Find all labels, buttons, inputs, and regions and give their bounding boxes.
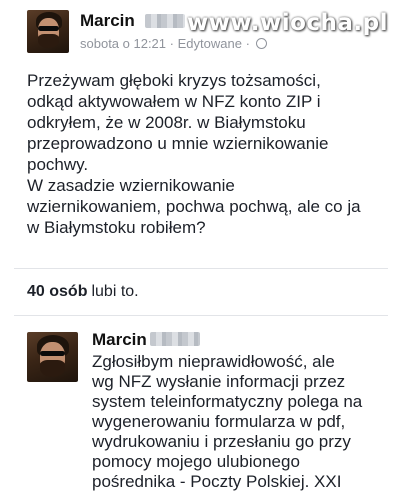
post-timestamp[interactable]: sobota o 12:21 — [80, 36, 166, 51]
post-author-name[interactable]: Marcin — [80, 11, 135, 31]
likes-bar[interactable]: 40 osób lubi to. — [14, 268, 388, 316]
comment-author-avatar[interactable] — [27, 332, 78, 382]
redacted-surname — [145, 14, 185, 28]
likes-suffix: lubi to. — [91, 283, 139, 300]
likes-count[interactable]: 40 osób — [27, 283, 87, 301]
comment-author-name[interactable]: Marcin — [92, 330, 147, 350]
post-text: Przeżywam głęboki kryzys tożsamości, odk… — [27, 71, 361, 237]
post-card: Marcin sobota o 12:21 · Edytowane · Prze… — [0, 0, 400, 268]
edited-label[interactable]: Edytowane — [178, 36, 242, 51]
watermark: www.wiocha.pl — [186, 10, 388, 36]
comment: Marcin Zgłosiłbym nieprawidłowość, ale w… — [0, 316, 400, 494]
globe-icon — [255, 38, 267, 49]
post-author-avatar[interactable] — [27, 10, 69, 53]
redacted-surname — [150, 332, 200, 346]
comment-text: Zgłosiłbym nieprawidłowość, ale wg NFZ w… — [92, 352, 363, 491]
post-meta: sobota o 12:21 · Edytowane · — [80, 36, 267, 51]
